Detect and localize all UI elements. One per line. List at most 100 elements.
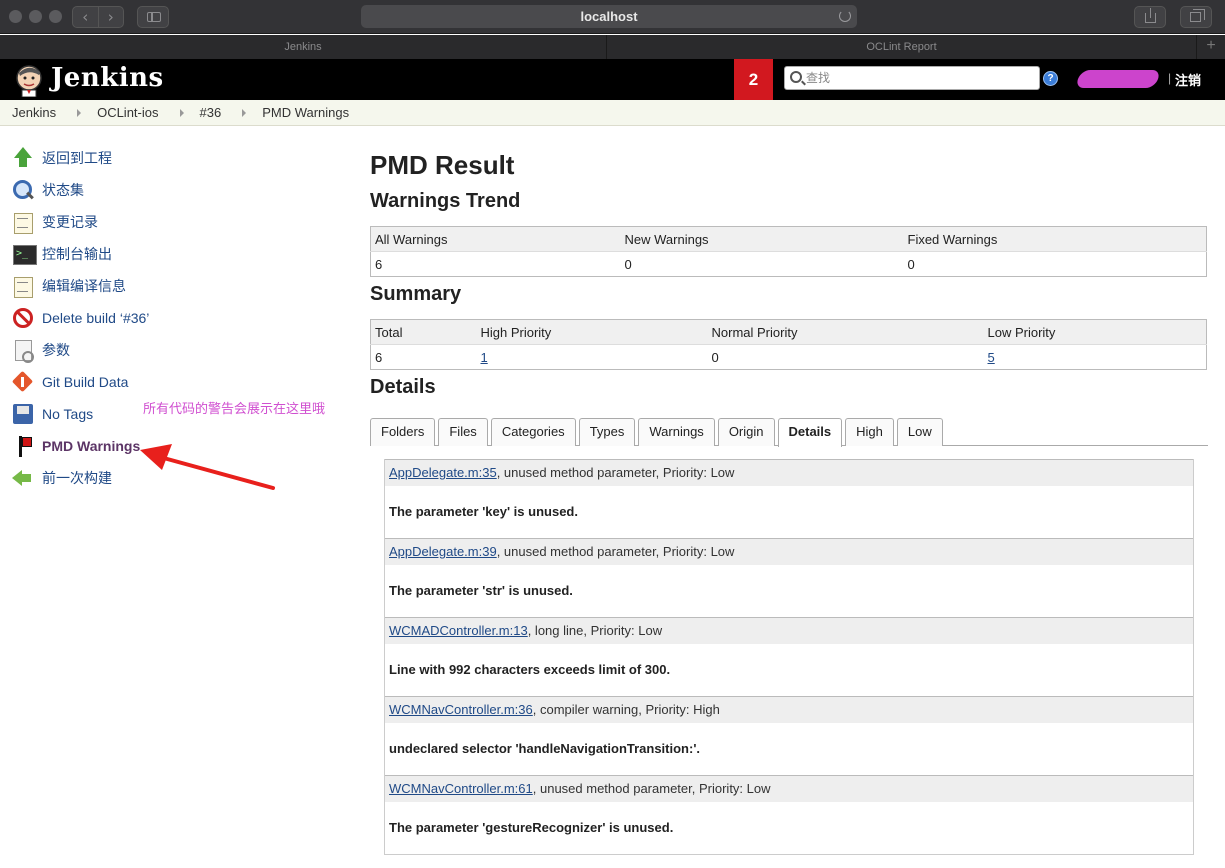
sidebar-item-label[interactable]: Delete build ‘#36’ (42, 310, 149, 326)
sidebar-item-label[interactable]: 状态集 (42, 180, 84, 200)
sidebar-item-git-build-data[interactable]: Git Build Data (12, 366, 352, 398)
low-priority-link[interactable]: 5 (988, 350, 995, 365)
user-name-redacted[interactable] (1074, 70, 1162, 88)
sidebar-item-label[interactable]: 变更记录 (42, 212, 98, 232)
sidebar-item-changes[interactable]: 变更记录 (12, 206, 352, 238)
sidebar-item-label[interactable]: Git Build Data (42, 374, 128, 390)
disk-icon (12, 403, 34, 425)
warning-message: Line with 992 characters exceeds limit o… (389, 662, 671, 677)
sidebar-item-console[interactable]: 控制台输出 (12, 238, 352, 270)
new-tab-button[interactable]: + (1197, 35, 1225, 59)
column-header: High Priority (476, 319, 708, 345)
tab-warnings[interactable]: Warnings (638, 418, 715, 446)
parameters-icon (12, 339, 34, 363)
minimize-window-button[interactable] (29, 10, 42, 23)
warning-file-link[interactable]: AppDelegate.m:39 (389, 544, 497, 559)
share-button[interactable] (1134, 6, 1166, 28)
table-cell: 0 (907, 256, 915, 272)
left-arrow-icon (12, 467, 34, 489)
browser-tab-jenkins[interactable]: Jenkins (0, 35, 607, 59)
breadcrumb-arrow-icon[interactable] (179, 108, 184, 117)
tab-types[interactable]: Types (578, 418, 636, 446)
forward-button[interactable]: › (97, 7, 124, 27)
column-header: All Warnings (370, 226, 621, 252)
jenkins-logo-icon[interactable] (13, 63, 47, 97)
tab-folders[interactable]: Folders (370, 418, 436, 446)
browser-tab-bar: Jenkins OCLint Report + (0, 35, 1225, 59)
git-icon (12, 371, 34, 393)
column-header: Normal Priority (707, 319, 984, 345)
sidebar-item-label[interactable]: 参数 (42, 340, 70, 360)
sidebar-item-label[interactable]: 编辑编译信息 (42, 276, 126, 296)
search-icon (790, 71, 802, 83)
tab-files[interactable]: Files (438, 418, 488, 446)
tab-categories[interactable]: Categories (490, 418, 576, 446)
details-heading: Details (370, 376, 436, 398)
table-cell: 5 (984, 345, 1207, 370)
summary-heading: Summary (370, 283, 462, 305)
list-item: WCMNavController.m:61, unused method par… (385, 775, 1193, 854)
help-icon[interactable]: ? (1043, 71, 1058, 86)
sidebar-item-back-to-project[interactable]: 返回到工程 (12, 142, 352, 174)
breadcrumb-current[interactable]: PMD Warnings (262, 105, 349, 120)
breadcrumb-arrow-icon[interactable] (77, 108, 82, 117)
address-bar[interactable]: localhost (361, 5, 857, 28)
sidebar-item-status[interactable]: 状态集 (12, 174, 352, 206)
sidebar-item-delete-build[interactable]: Delete build ‘#36’ (12, 302, 352, 334)
list-item: AppDelegate.m:39, unused method paramete… (385, 538, 1193, 617)
tab-high[interactable]: High (845, 418, 894, 446)
tabs-icon (1190, 9, 1205, 22)
header-separator: | (1168, 71, 1172, 85)
details-tab-bar: Folders Files Categories Types Warnings … (370, 418, 1208, 447)
sidebar-item-edit-build-info[interactable]: 编辑编译信息 (12, 270, 352, 302)
annotation-arrow-icon (140, 444, 275, 490)
sidebar-item-label[interactable]: 控制台输出 (42, 244, 112, 264)
summary-table: Total High Priority Normal Priority Low … (370, 319, 1207, 370)
tab-low[interactable]: Low (896, 418, 943, 446)
sidebar-icon (147, 12, 161, 22)
back-button[interactable]: ‹ (73, 7, 98, 27)
sidebar-item-label[interactable]: No Tags (42, 406, 93, 422)
reload-icon[interactable] (839, 10, 851, 22)
breadcrumb-build[interactable]: #36 (200, 105, 222, 120)
browser-tab-oclint-report[interactable]: OCLint Report (607, 35, 1197, 59)
breadcrumb-jenkins[interactable]: Jenkins (12, 105, 56, 120)
warning-header: WCMNavController.m:61, unused method par… (385, 776, 1193, 802)
breadcrumb-arrow-icon[interactable] (242, 108, 247, 117)
tab-details[interactable]: Details (777, 418, 843, 447)
list-item: WCMADController.m:13, long line, Priorit… (385, 617, 1193, 696)
sidebar-item-label[interactable]: 前一次构建 (42, 468, 112, 488)
list-item: WCMNavController.m:36, compiler warning,… (385, 696, 1193, 775)
sidebar-item-label[interactable]: 返回到工程 (42, 148, 112, 168)
zoom-window-button[interactable] (49, 10, 62, 23)
warning-file-link[interactable]: WCMNavController.m:61 (389, 781, 533, 796)
list-item: AppDelegate.m:35, unused method paramete… (385, 459, 1193, 538)
table-cell: 0 (711, 349, 719, 365)
search-box (784, 66, 1040, 90)
high-priority-link[interactable]: 1 (481, 350, 488, 365)
search-input[interactable] (806, 68, 1036, 88)
warning-file-link[interactable]: WCMADController.m:13 (389, 623, 528, 638)
warning-info: , unused method parameter, Priority: Low (496, 544, 735, 559)
tab-overview-button[interactable] (1180, 6, 1212, 28)
warning-file-link[interactable]: AppDelegate.m:35 (389, 465, 497, 480)
logout-link[interactable]: 注销 (1175, 70, 1201, 89)
tab-origin[interactable]: Origin (717, 418, 775, 446)
sidebar-item-parameters[interactable]: 参数 (12, 334, 352, 366)
table-header-row: All Warnings New Warnings Fixed Warnings (370, 226, 1207, 252)
sidebar-item-label[interactable]: PMD Warnings (42, 438, 140, 454)
breadcrumb-project[interactable]: OCLint-ios (97, 105, 158, 120)
jenkins-title[interactable]: Jenkins (51, 63, 164, 93)
warning-info: , compiler warning, Priority: High (532, 702, 720, 717)
column-header: Low Priority (983, 319, 1207, 345)
sidebar-toggle-button[interactable] (137, 6, 169, 28)
warning-header: AppDelegate.m:35, unused method paramete… (385, 460, 1193, 486)
magnifier-icon (12, 179, 34, 201)
notification-badge[interactable]: 2 (734, 59, 773, 100)
table-header-row: Total High Priority Normal Priority Low … (370, 319, 1207, 345)
close-window-button[interactable] (9, 10, 22, 23)
warning-details-list: AppDelegate.m:35 , unused method paramete… (384, 459, 1194, 855)
table-row: 6 0 0 (371, 252, 1207, 277)
warning-file-link[interactable]: WCMNavController.m:36 (389, 702, 533, 717)
warnings-trend-table: All Warnings New Warnings Fixed Warnings… (370, 226, 1207, 277)
